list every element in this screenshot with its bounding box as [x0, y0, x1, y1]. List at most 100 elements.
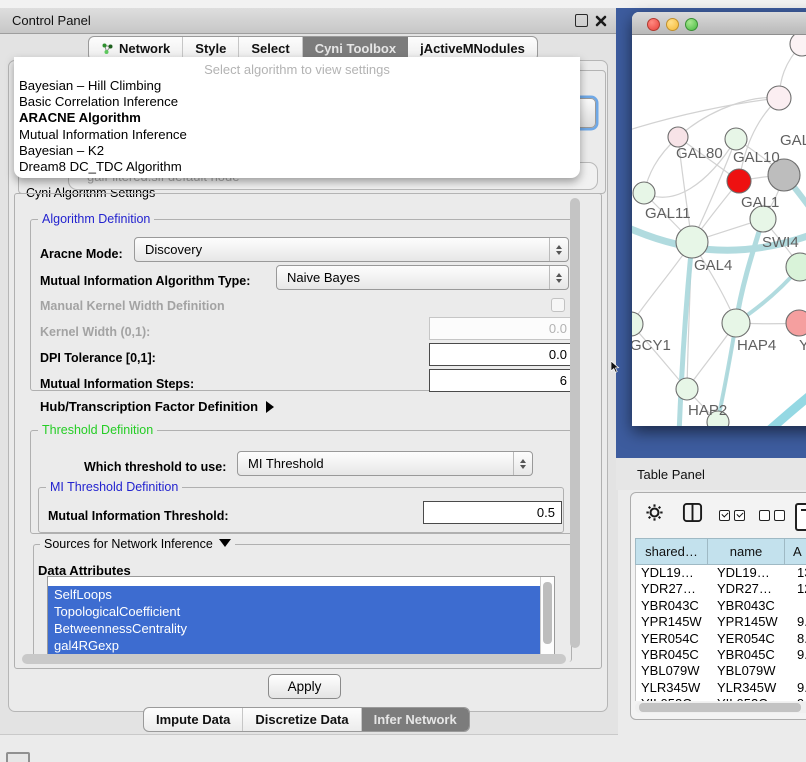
which-threshold-select[interactable]: MI Threshold [237, 451, 533, 476]
table-panel-title: Table Panel [616, 467, 705, 482]
control-panel-titlebar: Control Panel [0, 8, 618, 34]
close-icon[interactable] [595, 14, 607, 26]
node-table: shared…nameA YDL19…YDL19…13YDR27…YDR27…1… [635, 538, 806, 701]
algorithm-definition-title: Algorithm Definition [38, 212, 154, 226]
sources-group-title[interactable]: Sources for Network Inference [40, 537, 235, 551]
dropdown-item[interactable]: Mutual Information Inference [14, 127, 580, 143]
network-node[interactable] [727, 169, 751, 193]
attribute-list-item[interactable]: SelfLoops [48, 586, 541, 603]
minimize-traffic-light[interactable] [666, 18, 679, 31]
manual-kernel-checkbox[interactable] [551, 298, 565, 312]
aracne-mode-label: Aracne Mode: [40, 247, 123, 261]
combo-arrows-icon [549, 238, 568, 261]
table-row[interactable]: YDL19…YDL19…13 [636, 565, 806, 581]
dropdown-item[interactable]: Bayesian – K2 [14, 143, 580, 159]
attribute-list-item[interactable]: gal4RGexp [48, 637, 541, 654]
table-row[interactable]: YBR045CYBR045C9. [636, 647, 806, 663]
table-row[interactable]: YIL052CYIL052C9 [636, 696, 806, 701]
minimized-panel-icon[interactable] [6, 752, 30, 762]
network-icon [101, 42, 114, 55]
attribute-list-item[interactable]: BetweennessCentrality [48, 620, 541, 637]
tab-discretize-data[interactable]: Discretize Data [243, 708, 361, 731]
apply-button[interactable]: Apply [268, 674, 341, 699]
select-all-checkboxes-icon[interactable] [719, 510, 745, 521]
table-body: YDL19…YDL19…13YDR27…YDR27…12YBR043CYBR04… [635, 565, 806, 701]
algorithm-dropdown-popup: Select algorithm to view settings Bayesi… [14, 57, 580, 178]
node-label: SWI4 [762, 234, 799, 251]
dropdown-item[interactable]: Dream8 DC_TDC Algorithm [14, 159, 580, 175]
network-window-titlebar[interactable] [632, 12, 806, 35]
mi-algorithm-type-select[interactable]: Naive Bayes [276, 265, 569, 290]
mi-threshold-field[interactable]: 0.5 [423, 501, 562, 524]
zoom-traffic-light[interactable] [685, 18, 698, 31]
combo-arrows-icon [549, 266, 568, 289]
table-toolbar [631, 493, 806, 537]
algorithm-dropdown-list: Bayesian – Hill ClimbingBasic Correlatio… [14, 78, 580, 175]
kernel-width-field[interactable]: 0.0 [429, 317, 574, 340]
control-panel-window: Control Panel galFiltered.sif default no… [0, 8, 618, 735]
table-mode-icon[interactable] [795, 503, 806, 531]
tab-infer-network[interactable]: Infer Network [362, 708, 469, 731]
dpi-tolerance-field[interactable]: 0.0 [429, 343, 574, 366]
node-label: Y [799, 337, 806, 354]
network-view-window: GAL80GAL10GAL11GAL1SWI4GAL4GALGCY1HAP4YH… [632, 12, 806, 426]
attribute-list-item[interactable]: TopologicalCoefficient [48, 603, 541, 620]
settings-horizontal-scrollbar[interactable] [22, 654, 566, 664]
table-scrollbar-thumb[interactable] [639, 703, 801, 712]
application: Control Panel galFiltered.sif default no… [0, 0, 806, 762]
close-traffic-light[interactable] [647, 18, 660, 31]
control-panel-bottom-edge [0, 734, 618, 735]
network-node[interactable] [668, 127, 688, 147]
table-row[interactable]: YLR345WYLR345W9. [636, 680, 806, 696]
table-row[interactable]: YER054CYER054C8. [636, 631, 806, 647]
column-header[interactable]: shared… [635, 538, 708, 565]
settings-vertical-scrollbar[interactable] [570, 198, 580, 648]
table-header-row: shared…nameA [635, 538, 806, 565]
network-node[interactable] [676, 226, 708, 258]
list-scrollbar-thumb[interactable] [543, 582, 552, 644]
gear-icon[interactable] [645, 503, 664, 527]
table-horizontal-scrollbar[interactable] [635, 702, 806, 713]
dropdown-item[interactable]: ARACNE Algorithm [14, 110, 580, 126]
mi-steps-label: Mutual Information Steps: [40, 377, 194, 391]
network-node[interactable] [790, 35, 806, 56]
kernel-width-label: Kernel Width (0,1): [40, 325, 150, 339]
table-row[interactable]: YPR145WYPR145W9. [636, 614, 806, 630]
node-label: GAL11 [645, 205, 691, 222]
network-node[interactable] [632, 312, 643, 336]
tab-impute-data[interactable]: Impute Data [144, 708, 243, 731]
list-padding [48, 577, 554, 586]
mouse-cursor [611, 361, 621, 374]
collapsed-arrow-icon [266, 401, 274, 413]
mi-type-label: Mutual Information Algorithm Type: [40, 274, 250, 288]
hub-section-toggle[interactable]: Hub/Transcription Factor Definition [40, 399, 274, 414]
network-node[interactable] [633, 182, 655, 204]
dropdown-item[interactable]: Bayesian – Hill Climbing [14, 78, 580, 94]
dropdown-item[interactable]: Basic Correlation Inference [14, 94, 580, 110]
table-row[interactable]: YBL079WYBL079W [636, 663, 806, 679]
column-header[interactable]: A [785, 538, 806, 565]
combo-arrows-icon [513, 452, 532, 475]
split-columns-icon[interactable] [682, 502, 703, 528]
network-node[interactable] [767, 86, 791, 110]
float-window-icon[interactable] [575, 14, 588, 27]
network-node[interactable] [786, 310, 806, 336]
mi-threshold-label: Mutual Information Threshold: [48, 509, 229, 523]
expanded-arrow-icon [219, 539, 231, 547]
column-header[interactable]: name [708, 538, 785, 565]
deselect-all-checkboxes-icon[interactable] [759, 510, 785, 521]
network-node[interactable] [725, 128, 747, 150]
which-threshold-label: Which threshold to use: [84, 460, 226, 474]
network-canvas[interactable]: GAL80GAL10GAL11GAL1SWI4GAL4GALGCY1HAP4YH… [632, 35, 806, 426]
node-label: HAP4 [737, 337, 776, 354]
network-node[interactable] [676, 378, 698, 400]
aracne-mode-select[interactable]: Discovery [134, 237, 569, 262]
table-row[interactable]: YDR27…YDR27…12 [636, 581, 806, 597]
node-label: HAP2 [688, 402, 727, 419]
network-node[interactable] [722, 309, 750, 337]
cyni-bottom-tabbar: Impute DataDiscretize DataInfer Network [143, 707, 470, 732]
data-attributes-list: SelfLoopsTopologicalCoefficientBetweenne… [47, 576, 555, 658]
list-scrollbar[interactable] [540, 577, 554, 657]
table-row[interactable]: YBR043CYBR043C [636, 598, 806, 614]
mi-steps-field[interactable]: 6 [429, 369, 574, 392]
